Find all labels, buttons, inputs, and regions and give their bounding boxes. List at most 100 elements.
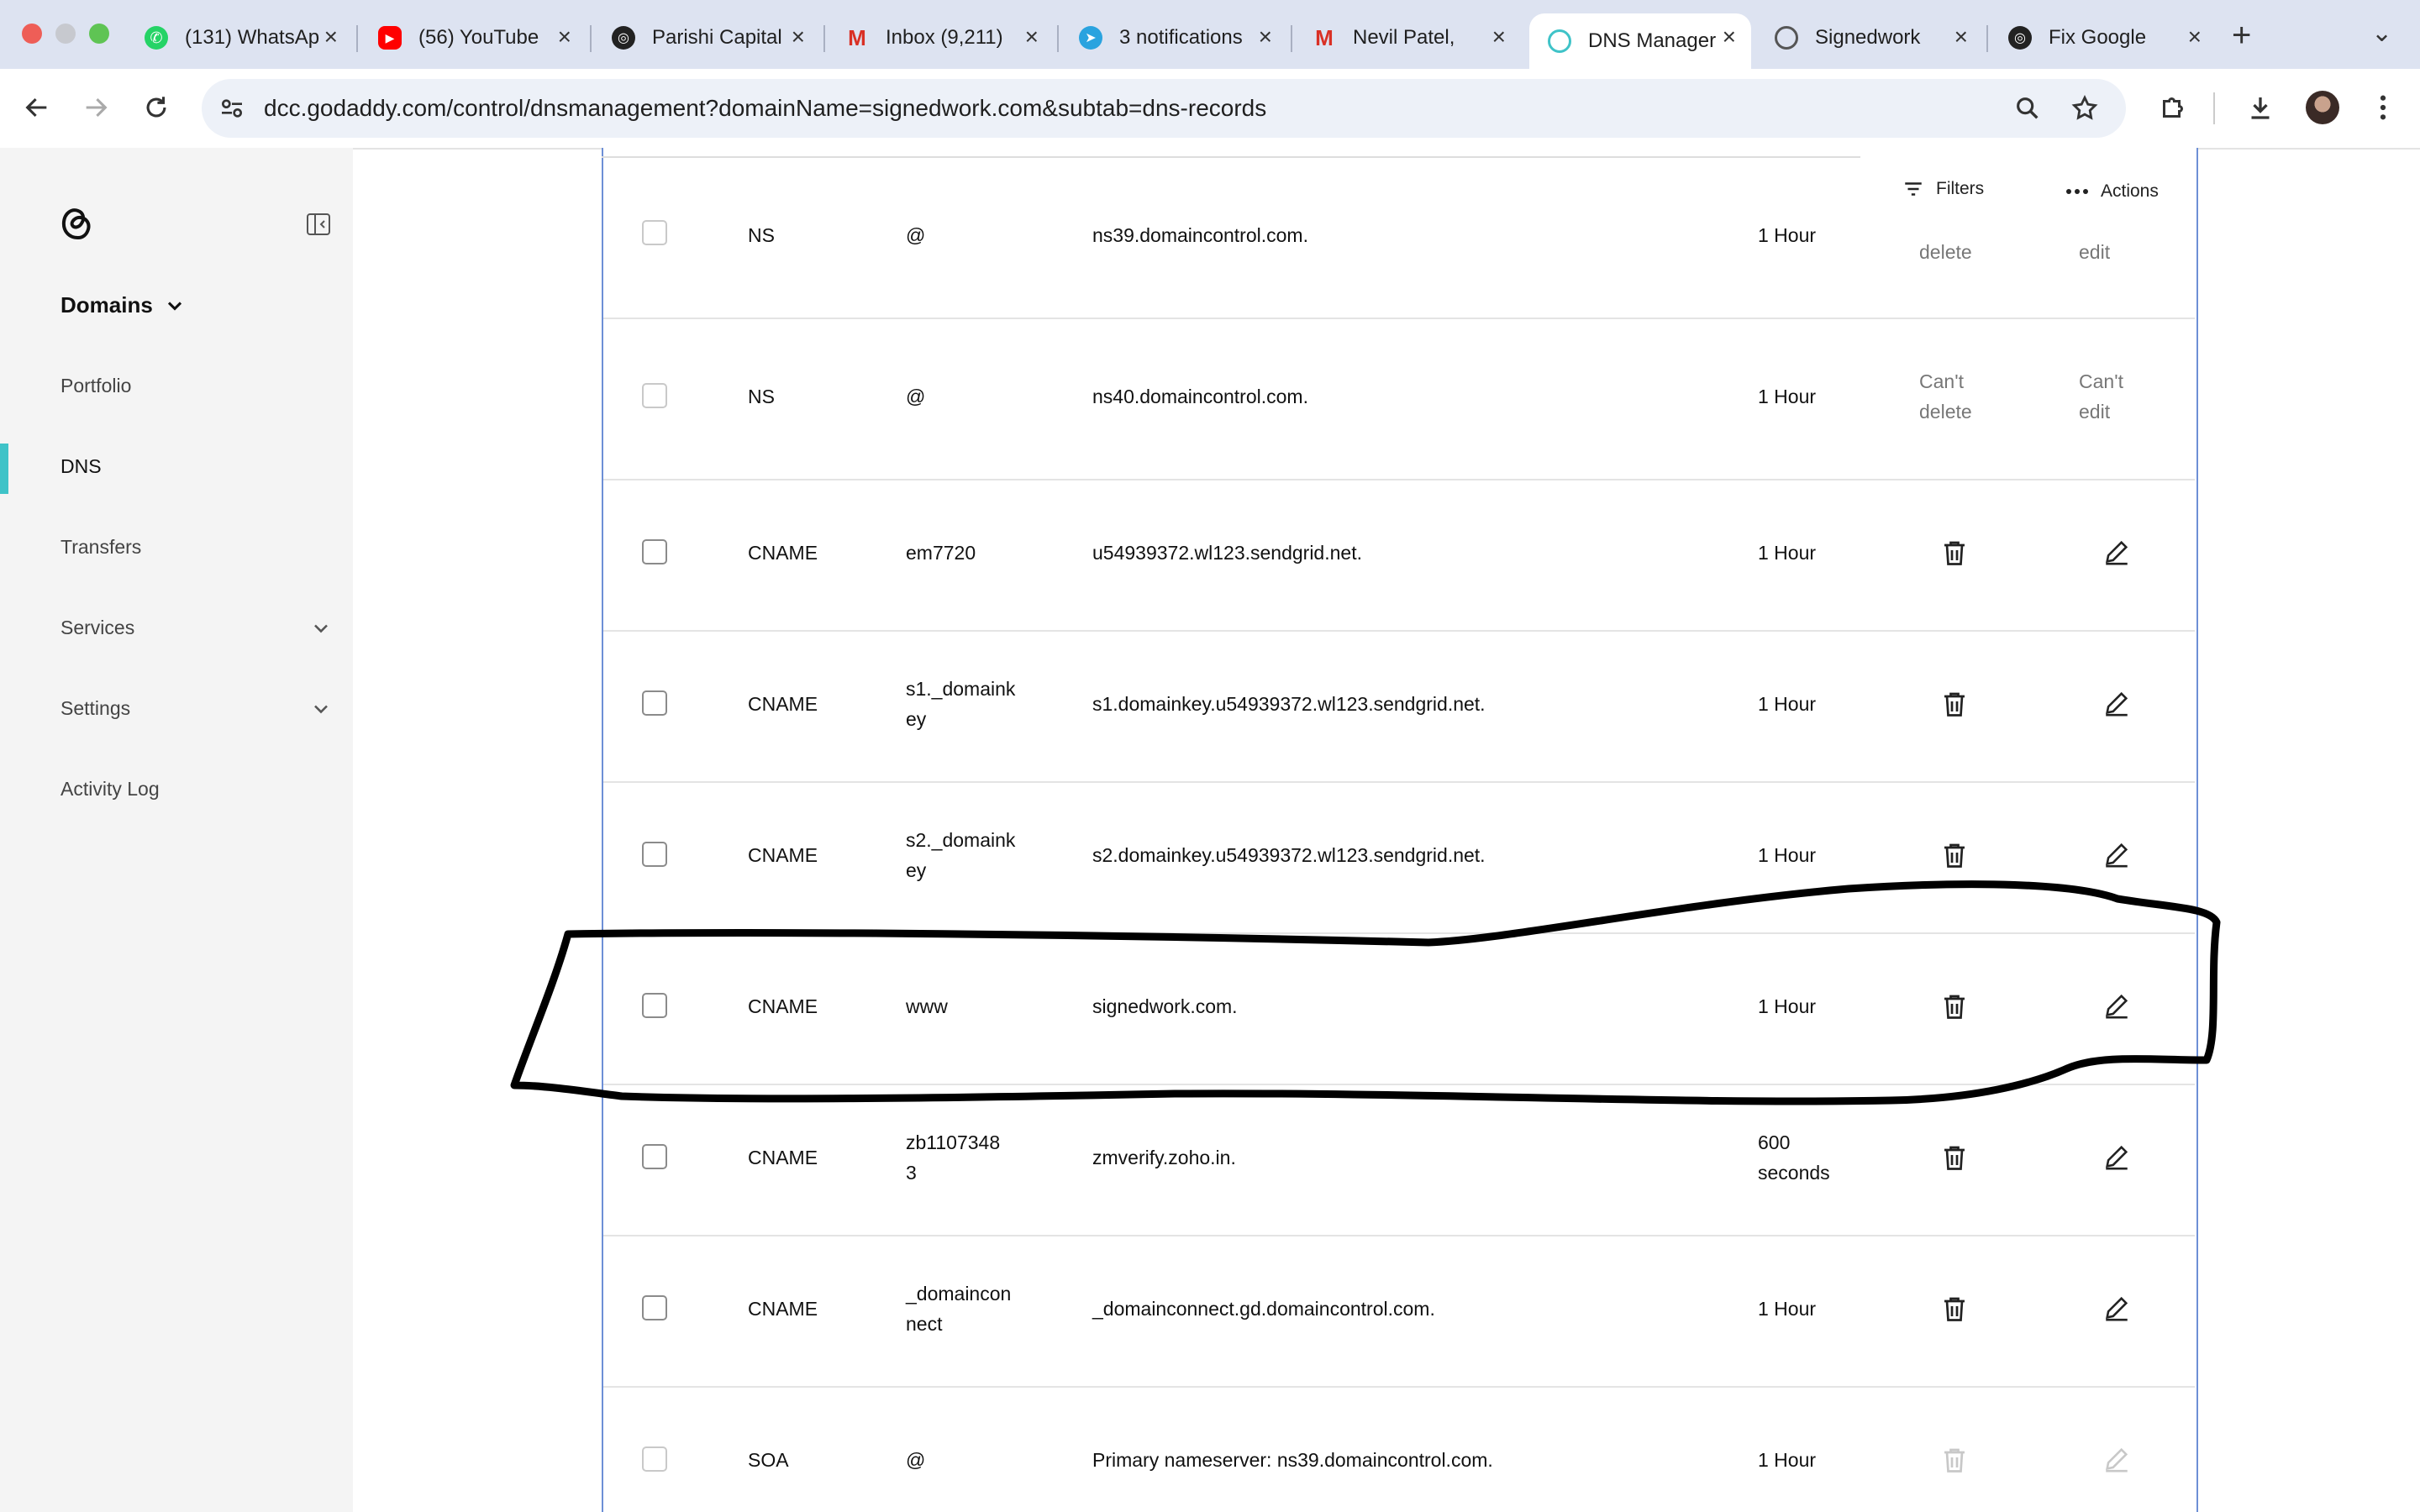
record-type: CNAME <box>748 1298 818 1320</box>
address-bar[interactable]: dcc.godaddy.com/control/dnsmanagement?do… <box>202 79 2126 138</box>
browser-tab[interactable]: ◎ Parishi Capital × <box>593 13 820 62</box>
godaddy-logo-icon[interactable] <box>59 203 97 242</box>
record-ttl: 1 Hour <box>1758 224 1817 246</box>
tab-separator <box>823 25 825 52</box>
pencil-icon[interactable] <box>2102 538 2131 566</box>
youtube-icon: ▶ <box>378 26 402 50</box>
pencil-icon[interactable] <box>2102 1142 2131 1171</box>
cant-delete-text: Can't delete <box>1919 370 1972 423</box>
back-button[interactable] <box>17 87 57 128</box>
row-checkbox[interactable] <box>642 1446 667 1472</box>
table-row: CNAME s1._domainkey s1.domainkey.u549393… <box>603 632 2195 783</box>
record-value: s1.domainkey.u54939372.wl123.sendgrid.ne… <box>1092 693 1486 715</box>
sidebar-item-portfolio[interactable]: Portfolio <box>60 375 131 397</box>
browser-tab[interactable]: Signedwork × <box>1756 13 1983 62</box>
trash-icon[interactable] <box>1939 991 1970 1021</box>
site-settings-icon[interactable] <box>218 95 245 122</box>
pencil-icon[interactable] <box>2102 991 2131 1020</box>
domains-menu[interactable]: Domains <box>60 292 153 318</box>
close-tab-icon[interactable]: × <box>324 25 338 49</box>
sidebar-item-transfers[interactable]: Transfers <box>60 536 141 559</box>
tab-title: Inbox (9,211) <box>886 26 1003 49</box>
openai-icon: ◎ <box>2008 26 2032 50</box>
maximize-window-button[interactable] <box>89 24 109 44</box>
url-text[interactable]: dcc.godaddy.com/control/dnsmanagement?do… <box>264 95 1266 122</box>
record-type: CNAME <box>748 693 818 715</box>
tab-search-chevron-icon[interactable]: ⌄ <box>2371 18 2392 48</box>
chevron-down-icon[interactable] <box>309 697 333 721</box>
table-row: CNAME _domainconnect _domainconnect.gd.d… <box>603 1236 2195 1388</box>
browser-tab[interactable]: ✆ (131) WhatsApp × <box>126 13 353 62</box>
trash-icon[interactable] <box>1939 689 1970 719</box>
pencil-icon[interactable] <box>2102 1294 2131 1322</box>
row-checkbox[interactable] <box>642 220 667 245</box>
record-value: ns39.domaincontrol.com. <box>1092 224 1308 246</box>
sidebar-item-dns[interactable]: DNS <box>60 455 102 478</box>
collapse-sidebar-icon[interactable] <box>306 212 331 237</box>
tab-title: Signedwork <box>1815 26 1921 49</box>
close-tab-icon[interactable]: × <box>1723 25 1736 49</box>
zoom-icon[interactable] <box>2013 94 2042 123</box>
tab-separator <box>356 25 358 52</box>
row-checkbox[interactable] <box>642 1295 667 1320</box>
record-ttl: 1 Hour <box>1758 693 1817 715</box>
profile-button[interactable] <box>2302 87 2343 128</box>
row-checkbox[interactable] <box>642 539 667 564</box>
browser-tab[interactable]: ▶ (56) YouTube × <box>360 13 587 62</box>
record-type: SOA <box>748 1449 789 1471</box>
close-tab-icon[interactable]: × <box>1954 25 1968 49</box>
sidebar-item-activity-log[interactable]: Activity Log <box>60 778 160 801</box>
record-name: @ <box>906 386 926 407</box>
trash-icon[interactable] <box>1939 1142 1970 1173</box>
browser-tab-active[interactable]: DNS Manager × <box>1529 13 1751 69</box>
record-name: @ <box>906 1449 926 1471</box>
chevron-down-icon[interactable] <box>163 294 187 318</box>
browser-menu-button[interactable] <box>2363 87 2403 128</box>
record-name: _domainconnect <box>906 1283 1012 1335</box>
close-tab-icon[interactable]: × <box>558 25 571 49</box>
trash-icon[interactable] <box>1939 840 1970 870</box>
record-ttl: 1 Hour <box>1758 386 1817 407</box>
cant-delete-text: delete <box>1919 241 1972 263</box>
forward-arrow-icon <box>86 97 108 118</box>
table-row: NS @ ns39.domaincontrol.com. 1 Hour dele… <box>603 156 2195 319</box>
extensions-button[interactable] <box>2153 87 2193 128</box>
new-tab-button[interactable]: + <box>2232 17 2251 55</box>
close-tab-icon[interactable]: × <box>1259 25 1272 49</box>
row-checkbox[interactable] <box>642 842 667 867</box>
browser-tab[interactable]: ◎ Fix Google × <box>1990 13 2217 62</box>
tab-title: Fix Google <box>2049 26 2147 49</box>
close-tab-icon[interactable]: × <box>792 25 805 49</box>
pencil-icon[interactable] <box>2102 689 2131 717</box>
trash-icon[interactable] <box>1939 538 1970 568</box>
puzzle-icon <box>2163 97 2183 118</box>
close-tab-icon[interactable]: × <box>2188 25 2202 49</box>
row-checkbox[interactable] <box>642 383 667 408</box>
pencil-icon[interactable] <box>2102 840 2131 869</box>
row-checkbox[interactable] <box>642 1144 667 1169</box>
reload-button[interactable] <box>136 87 176 128</box>
sidebar-item-services[interactable]: Services <box>60 617 134 639</box>
table-row-highlighted: CNAME www signedwork.com. 1 Hour <box>603 934 2195 1085</box>
close-tab-icon[interactable]: × <box>1025 25 1039 49</box>
gmail-icon: M <box>1315 24 1334 50</box>
forward-button[interactable] <box>76 87 116 128</box>
chevron-down-icon[interactable] <box>309 617 333 640</box>
close-window-button[interactable] <box>22 24 42 44</box>
row-checkbox[interactable] <box>642 993 667 1018</box>
downloads-button[interactable] <box>2240 87 2281 128</box>
minimize-window-button[interactable] <box>55 24 76 44</box>
browser-tab[interactable]: ➤ 3 notifications × <box>1060 13 1287 62</box>
bookmark-star-icon[interactable] <box>2070 94 2099 123</box>
sidebar-item-settings[interactable]: Settings <box>60 697 130 720</box>
row-checkbox[interactable] <box>642 690 667 716</box>
browser-tab[interactable]: M Inbox (9,211) × <box>827 13 1054 62</box>
tab-title: Parishi Capital <box>652 26 782 49</box>
browser-tab[interactable]: M Nevil Patel, × <box>1294 13 1521 62</box>
record-value: zmverify.zoho.in. <box>1092 1147 1236 1168</box>
godaddy-icon <box>1548 29 1571 53</box>
trash-icon[interactable] <box>1939 1294 1970 1324</box>
back-arrow-icon <box>25 97 47 118</box>
record-name: s1._domainkey <box>906 678 1016 730</box>
close-tab-icon[interactable]: × <box>1492 25 1506 49</box>
